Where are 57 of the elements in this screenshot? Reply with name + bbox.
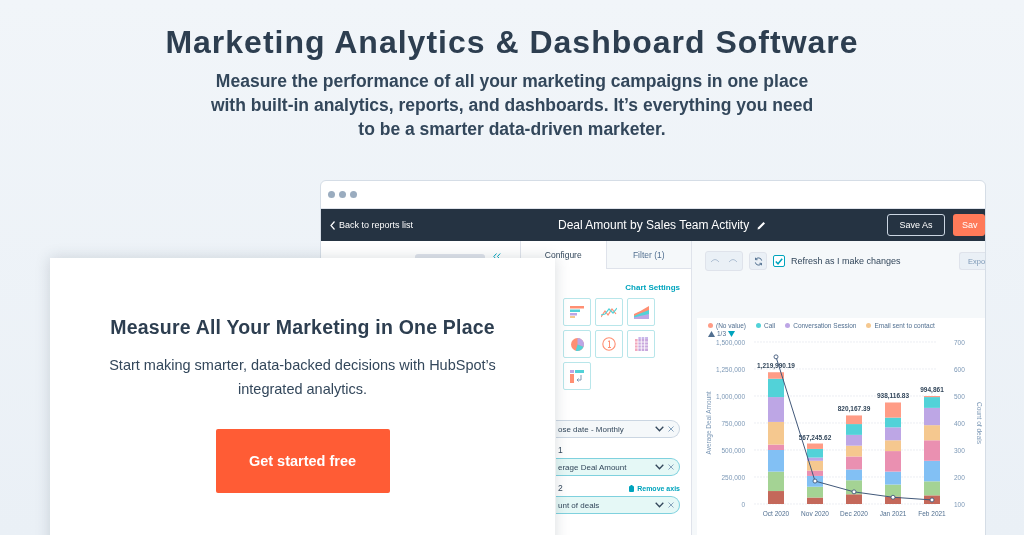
axis-number: 2 [558, 483, 563, 493]
area-chart-icon [633, 305, 649, 319]
close-icon[interactable] [668, 464, 674, 470]
refresh-icon [753, 256, 763, 266]
property-select[interactable]: ose date - Monthly [556, 420, 680, 438]
chart-type-tile[interactable] [627, 298, 655, 326]
bar-segment [846, 415, 862, 425]
chart-settings-link[interactable]: Chart Settings [625, 283, 680, 292]
bar-segment [768, 397, 784, 422]
window-dot [328, 191, 335, 198]
chart-type-tile[interactable] [563, 330, 591, 358]
get-started-button[interactable]: Get started free [215, 429, 390, 493]
chart-type-tile[interactable] [563, 362, 591, 390]
chevron-left-icon [330, 220, 335, 230]
number-icon [602, 337, 616, 351]
triangle-down-icon[interactable] [728, 330, 736, 337]
property-select[interactable]: erage Deal Amount [556, 458, 680, 476]
triangle-up-icon[interactable] [708, 330, 715, 337]
chevron-down-icon [655, 502, 664, 508]
page-subtitle: Measure the performance of all your marketing campaigns in one place with built-in analytics, reports, and dashboards. It’s everything you need to be a smarter data-driven marketer. [209, 70, 815, 141]
page-heading: Marketing Analytics & Dashboard Software [165, 24, 859, 61]
bar-segment [846, 445, 862, 457]
card-heading: Measure All Your Marketing in One Place [110, 316, 495, 339]
card-text: Start making smarter, data-backed decisions with HubSpot’s integrated analytics. [108, 356, 497, 399]
save-as-button[interactable]: Save As [887, 214, 945, 236]
chart-type-tile[interactable] [595, 330, 623, 358]
chart-type-tile[interactable] [595, 298, 623, 326]
window-dot [339, 191, 346, 198]
bar-segment [846, 424, 862, 435]
window-dot [350, 191, 357, 198]
bar-segment [846, 469, 862, 481]
bar-segment [846, 456, 862, 470]
bar-segment [885, 427, 901, 441]
close-icon[interactable] [668, 502, 674, 508]
back-link[interactable]: Back to reports list [330, 220, 414, 230]
pencil-icon[interactable] [757, 220, 767, 230]
bar-segment [846, 434, 862, 446]
chevron-down-icon [655, 464, 664, 470]
refresh-button[interactable] [749, 252, 767, 270]
close-icon[interactable] [668, 426, 674, 432]
bar-segment [924, 440, 940, 461]
bar-chart-icon [570, 306, 584, 318]
chevron-down-icon [655, 426, 664, 432]
line-chart-icon [601, 306, 617, 318]
tab[interactable]: Filter (1) [605, 241, 691, 269]
pie-chart-icon [570, 337, 584, 351]
refresh-checkbox[interactable] [773, 255, 785, 267]
chart-type-tile[interactable] [627, 330, 655, 358]
bar-segment [924, 425, 940, 441]
report-title: Deal Amount by Sales Team Activity [558, 218, 750, 232]
trash-icon [629, 484, 635, 492]
combo-chart-icon [570, 369, 584, 383]
chart-type-tile[interactable] [563, 298, 591, 326]
property-select[interactable]: unt of deals [556, 496, 680, 514]
table-icon [634, 337, 648, 351]
axis-number: 1 [558, 445, 563, 455]
checkbox-label: Refresh as I make changes [791, 256, 901, 266]
